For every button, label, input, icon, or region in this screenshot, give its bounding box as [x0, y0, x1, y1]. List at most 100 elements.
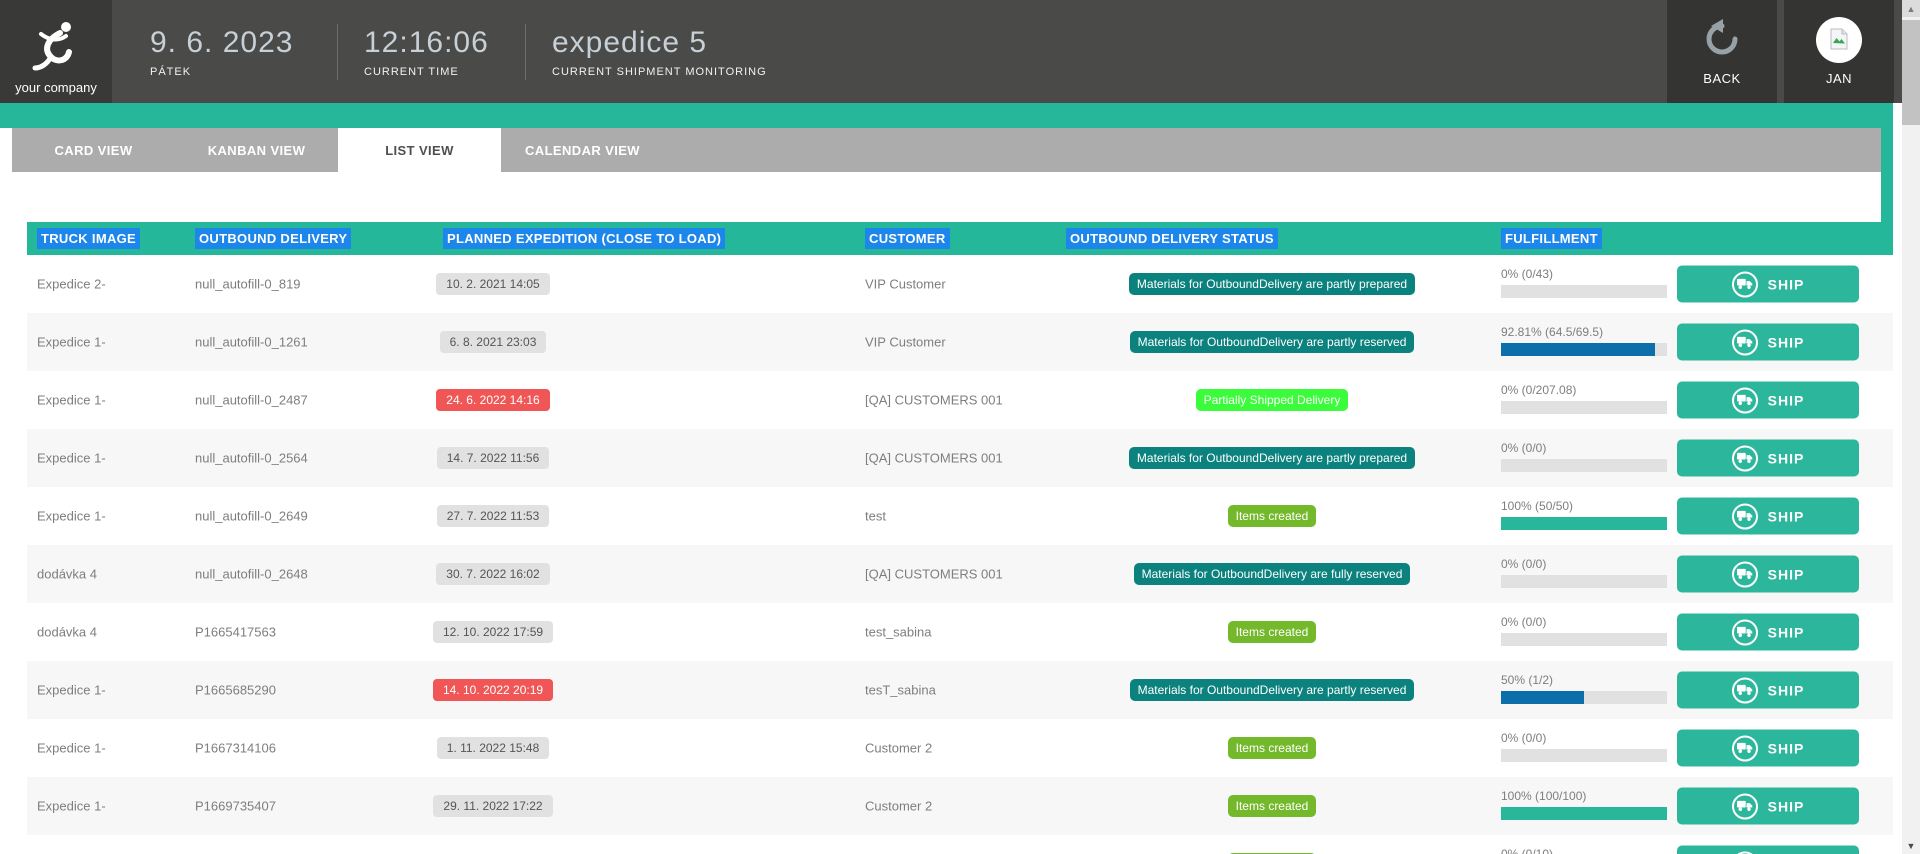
truck-name: Expedice 2- [37, 277, 106, 292]
fulfillment-cell: 0% (0/43) [1501, 267, 1667, 298]
date-section: 9. 6. 2023 PÁTEK [112, 0, 337, 103]
table-row: dodávka 4 P1665417563 12. 10. 2022 17:59… [27, 603, 1893, 661]
planned-expedition-date: 10. 2. 2021 14:05 [436, 273, 549, 295]
truck-icon [1732, 445, 1758, 471]
fulfillment-cell: 100% (50/50) [1501, 499, 1667, 530]
truck-name: Expedice 1- [37, 335, 106, 350]
planned-expedition-date: 12. 10. 2022 17:59 [433, 621, 553, 643]
status-badge: Items created [1228, 505, 1317, 527]
table-row: Expedice 1- P1665685290 14. 10. 2022 20:… [27, 661, 1893, 719]
user-name: JAN [1826, 71, 1852, 86]
column-truck-image[interactable]: TRUCK IMAGE [37, 228, 140, 249]
fulfillment-value: 0% (0/0) [1501, 441, 1667, 455]
fulfillment-progress-fill [1501, 691, 1584, 704]
fulfillment-progressbar [1501, 633, 1667, 646]
scrollbar-thumb[interactable] [1902, 20, 1920, 125]
tab-card-view[interactable]: CARD VIEW [12, 128, 175, 172]
ship-label: SHIP [1768, 392, 1805, 408]
fulfillment-progressbar [1501, 343, 1667, 356]
outbound-delivery-id: P1669735407 [195, 799, 276, 814]
truck-name: dodávka 4 [37, 567, 97, 582]
ship-button[interactable]: SHIP [1677, 788, 1859, 825]
table-header: TRUCK IMAGE OUTBOUND DELIVERY PLANNED EX… [27, 222, 1893, 255]
fulfillment-value: 0% (0/10) [1501, 847, 1667, 854]
page-scrollbar[interactable]: ▲ ▼ [1902, 0, 1920, 854]
fulfillment-progressbar [1501, 575, 1667, 588]
logo-text: your company [15, 80, 97, 95]
fulfillment-cell: 50% (1/2) [1501, 673, 1667, 704]
tab-calendar-view[interactable]: CALENDAR VIEW [501, 128, 664, 172]
fulfillment-cell: 92.81% (64.5/69.5) [1501, 325, 1667, 356]
status-badge: Materials for OutboundDelivery are fully… [1134, 563, 1411, 585]
dancer-logo-icon [29, 19, 83, 80]
fulfillment-value: 100% (100/100) [1501, 789, 1667, 803]
ship-label: SHIP [1768, 682, 1805, 698]
customer-name: [QA] CUSTOMERS 001 [865, 451, 1003, 466]
ship-button[interactable]: SHIP [1677, 672, 1859, 709]
truck-name: Expedice 1- [37, 683, 106, 698]
truck-name: Expedice 1- [37, 393, 106, 408]
customer-name: [QA] CUSTOMERS 001 [865, 567, 1003, 582]
fulfillment-value: 0% (0/0) [1501, 557, 1667, 571]
column-outbound-delivery-status[interactable]: OUTBOUND DELIVERY STATUS [1066, 228, 1278, 249]
column-outbound-delivery[interactable]: OUTBOUND DELIVERY [195, 228, 351, 249]
ship-button[interactable]: SHIP [1677, 556, 1859, 593]
truck-name: Expedice 1- [37, 799, 106, 814]
company-logo[interactable]: your company [0, 0, 112, 103]
status-badge: Partially Shipped Delivery [1196, 389, 1349, 411]
ship-button[interactable]: SHIP [1677, 440, 1859, 477]
table-row: dodávka 4 null_autofill-0_2648 30. 7. 20… [27, 545, 1893, 603]
fulfillment-progress-fill [1501, 517, 1667, 530]
scrollbar-down-arrow[interactable]: ▼ [1902, 837, 1920, 854]
avatar [1816, 17, 1862, 63]
customer-name: test_sabina [865, 625, 932, 640]
back-button[interactable]: BACK [1667, 0, 1777, 103]
ship-label: SHIP [1768, 508, 1805, 524]
planned-expedition-date: 24. 6. 2022 14:16 [436, 389, 549, 411]
customer-name: VIP Customer [865, 277, 946, 292]
tab-list-view[interactable]: LIST VIEW [338, 128, 501, 172]
fulfillment-value: 0% (0/0) [1501, 731, 1667, 745]
column-fulfillment[interactable]: FULFILLMENT [1501, 228, 1602, 249]
fulfillment-cell: 0% (0/0) [1501, 615, 1667, 646]
fulfillment-progressbar [1501, 807, 1667, 820]
ship-button[interactable]: SHIP [1677, 846, 1859, 854]
column-customer[interactable]: CUSTOMER [865, 228, 950, 249]
ship-button[interactable]: SHIP [1677, 730, 1859, 767]
user-button[interactable]: JAN [1784, 0, 1894, 103]
tab-kanban-view[interactable]: KANBAN VIEW [175, 128, 338, 172]
status-badge: Materials for OutboundDelivery are partl… [1129, 447, 1415, 469]
customer-name: Customer 2 [865, 741, 932, 756]
truck-icon [1732, 503, 1758, 529]
fulfillment-progressbar [1501, 517, 1667, 530]
table-row: Expedice 1- P1667314106 1. 11. 2022 15:4… [27, 719, 1893, 777]
customer-name: [QA] CUSTOMERS 001 [865, 393, 1003, 408]
truck-icon [1732, 561, 1758, 587]
ship-button[interactable]: SHIP [1677, 324, 1859, 361]
outbound-delivery-id: null_autofill-0_2564 [195, 451, 308, 466]
truck-icon [1732, 329, 1758, 355]
ship-button[interactable]: SHIP [1677, 266, 1859, 303]
scrollbar-up-arrow[interactable]: ▲ [1902, 0, 1920, 17]
status-badge: Materials for OutboundDelivery are partl… [1130, 331, 1415, 353]
fulfillment-progressbar [1501, 749, 1667, 762]
ship-button[interactable]: SHIP [1677, 498, 1859, 535]
column-planned-expedition[interactable]: PLANNED EXPEDITION (CLOSE TO LOAD) [443, 228, 725, 249]
planned-expedition-date: 14. 7. 2022 11:56 [437, 447, 550, 469]
date-day-label: PÁTEK [150, 66, 337, 78]
fulfillment-value: 92.81% (64.5/69.5) [1501, 325, 1667, 339]
outbound-delivery-id: null_autofill-0_2649 [195, 509, 308, 524]
truck-icon [1732, 677, 1758, 703]
fulfillment-value: 0% (0/207.08) [1501, 383, 1667, 397]
date-value: 9. 6. 2023 [150, 26, 337, 60]
status-badge: Items created [1228, 621, 1317, 643]
table-row: Expedice 1- null_autofill-0_2564 14. 7. … [27, 429, 1893, 487]
table-row: Expedice 2- null_autofill-0_819 10. 2. 2… [27, 255, 1893, 313]
ship-button[interactable]: SHIP [1677, 614, 1859, 651]
ship-label: SHIP [1768, 566, 1805, 582]
fulfillment-cell: 0% (0/0) [1501, 731, 1667, 762]
truck-icon [1732, 735, 1758, 761]
ship-button[interactable]: SHIP [1677, 382, 1859, 419]
ship-label: SHIP [1768, 450, 1805, 466]
time-label: CURRENT TIME [364, 66, 525, 78]
